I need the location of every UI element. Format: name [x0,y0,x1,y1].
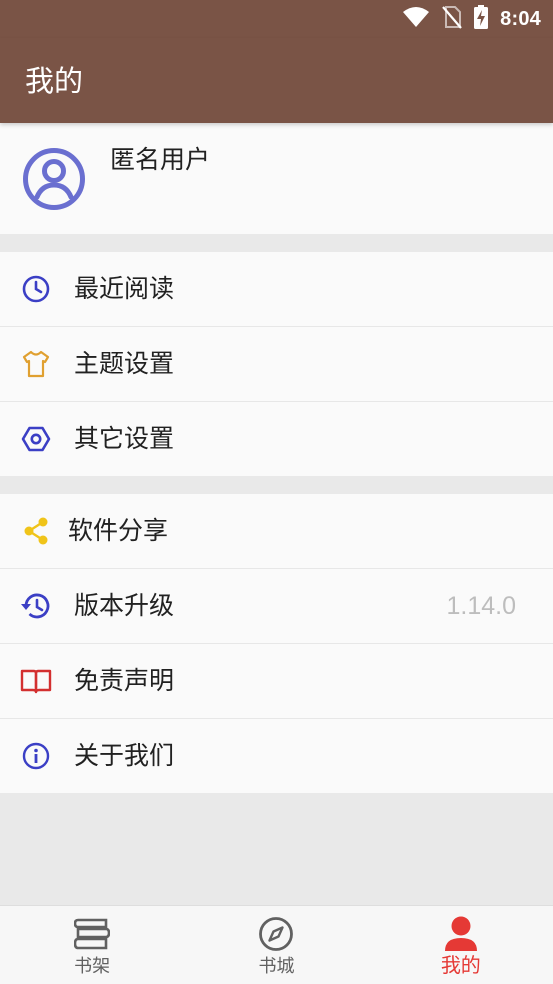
share-icon [20,515,52,547]
menu-item-version-update[interactable]: 版本升级 1.14.0 [0,569,553,644]
menu-item-label: 其它设置 [74,424,175,453]
tab-bookshelf[interactable]: 书架 [0,906,184,984]
book-open-icon [20,665,52,697]
menu-item-disclaimer[interactable]: 免责声明 [0,644,553,719]
history-icon [20,590,52,622]
tab-mine[interactable]: 我的 [369,906,553,984]
menu-item-other-settings[interactable]: 其它设置 [0,402,553,476]
person-icon [441,914,481,954]
tab-bookstore[interactable]: 书城 [184,906,368,984]
bottom-navigation: 书架 书城 我的 [0,905,553,984]
menu-item-recent-reading[interactable]: 最近阅读 [0,252,553,327]
no-sim-icon [442,5,462,33]
menu-item-label: 主题设置 [74,349,175,378]
menu-item-about-us[interactable]: 关于我们 [0,719,553,793]
menu-group-2: 软件分享 版本升级 1.14.0 免责声明 关于我们 [0,494,553,793]
tab-label: 书城 [258,956,295,977]
app-bar: 我的 [0,38,553,123]
status-time: 8:04 [500,8,541,30]
menu-item-theme-settings[interactable]: 主题设置 [0,327,553,402]
compass-icon [256,914,296,954]
wifi-icon [402,6,430,32]
clock-icon [20,273,52,305]
menu-group-1: 最近阅读 主题设置 其它设置 [0,252,553,476]
username: 匿名用户 [110,145,211,174]
menu-item-label: 软件分享 [68,516,169,545]
hexagon-settings-icon [20,423,52,455]
account-circle-icon[interactable] [22,147,86,211]
menu-item-label: 版本升级 [74,591,175,620]
menu-item-share-app[interactable]: 软件分享 [0,494,553,569]
menu-item-label: 最近阅读 [74,274,175,303]
info-icon [20,740,52,772]
version-number: 1.14.0 [446,591,516,620]
page-title: 我的 [25,64,84,98]
status-icons: 8:04 [402,5,541,33]
tab-label: 书架 [74,956,111,977]
tshirt-icon [20,348,52,380]
bookshelf-icon [72,914,112,954]
status-bar: 8:04 [0,0,553,38]
tab-label: 我的 [440,953,481,977]
battery-charging-icon [474,5,489,33]
menu-item-label: 关于我们 [74,741,175,770]
menu-item-label: 免责声明 [74,666,175,695]
profile-card[interactable]: 匿名用户 [0,123,553,234]
